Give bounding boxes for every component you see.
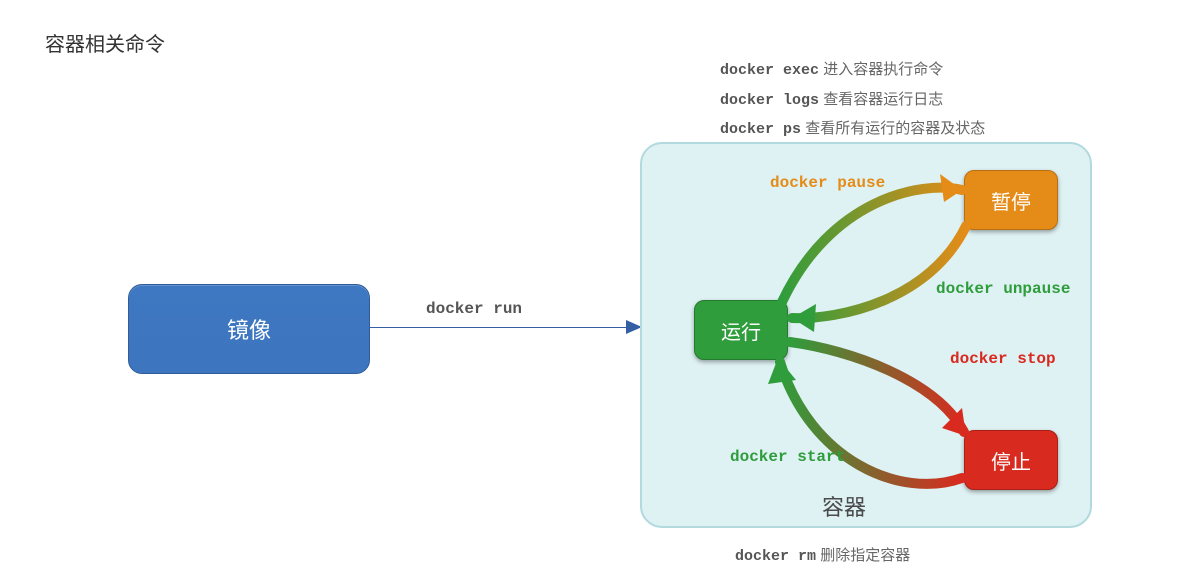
desc-text: 删除指定容器 bbox=[820, 547, 910, 564]
cmd-text: docker ps bbox=[720, 121, 801, 138]
desc-text: 查看所有运行的容器及状态 bbox=[805, 120, 985, 137]
node-paused: 暂停 bbox=[964, 170, 1058, 230]
desc-text: 查看容器运行日志 bbox=[823, 91, 943, 108]
node-container-label: 容器 bbox=[822, 490, 866, 522]
top-annotations: docker exec 进入容器执行命令 docker logs 查看容器运行日… bbox=[720, 56, 985, 145]
edge-pause-label: docker pause bbox=[770, 174, 885, 192]
edge-start-label: docker start bbox=[730, 448, 845, 466]
node-running: 运行 bbox=[694, 300, 788, 360]
diagram-canvas: 容器相关命令 docker exec 进入容器执行命令 docker logs … bbox=[0, 0, 1183, 576]
edge-run-line bbox=[370, 327, 634, 328]
desc-text: 进入容器执行命令 bbox=[823, 61, 943, 78]
annotation-ps: docker ps 查看所有运行的容器及状态 bbox=[720, 115, 985, 145]
node-label: 停止 bbox=[991, 446, 1031, 475]
annotation-rm: docker rm 删除指定容器 bbox=[735, 544, 910, 565]
cmd-text: docker exec bbox=[720, 62, 819, 79]
node-label: 镜像 bbox=[227, 313, 271, 345]
cmd-text: docker logs bbox=[720, 92, 819, 109]
page-title: 容器相关命令 bbox=[45, 28, 165, 57]
node-label: 运行 bbox=[721, 316, 761, 345]
node-label: 暂停 bbox=[991, 186, 1031, 215]
annotation-logs: docker logs 查看容器运行日志 bbox=[720, 86, 985, 116]
edge-stop-label: docker stop bbox=[950, 350, 1056, 368]
edge-unpause-label: docker unpause bbox=[936, 280, 1070, 298]
cmd-text: docker rm bbox=[735, 548, 816, 565]
node-image: 镜像 bbox=[128, 284, 370, 374]
annotation-exec: docker exec 进入容器执行命令 bbox=[720, 56, 985, 86]
edge-run-label: docker run bbox=[426, 300, 522, 318]
node-stopped: 停止 bbox=[964, 430, 1058, 490]
